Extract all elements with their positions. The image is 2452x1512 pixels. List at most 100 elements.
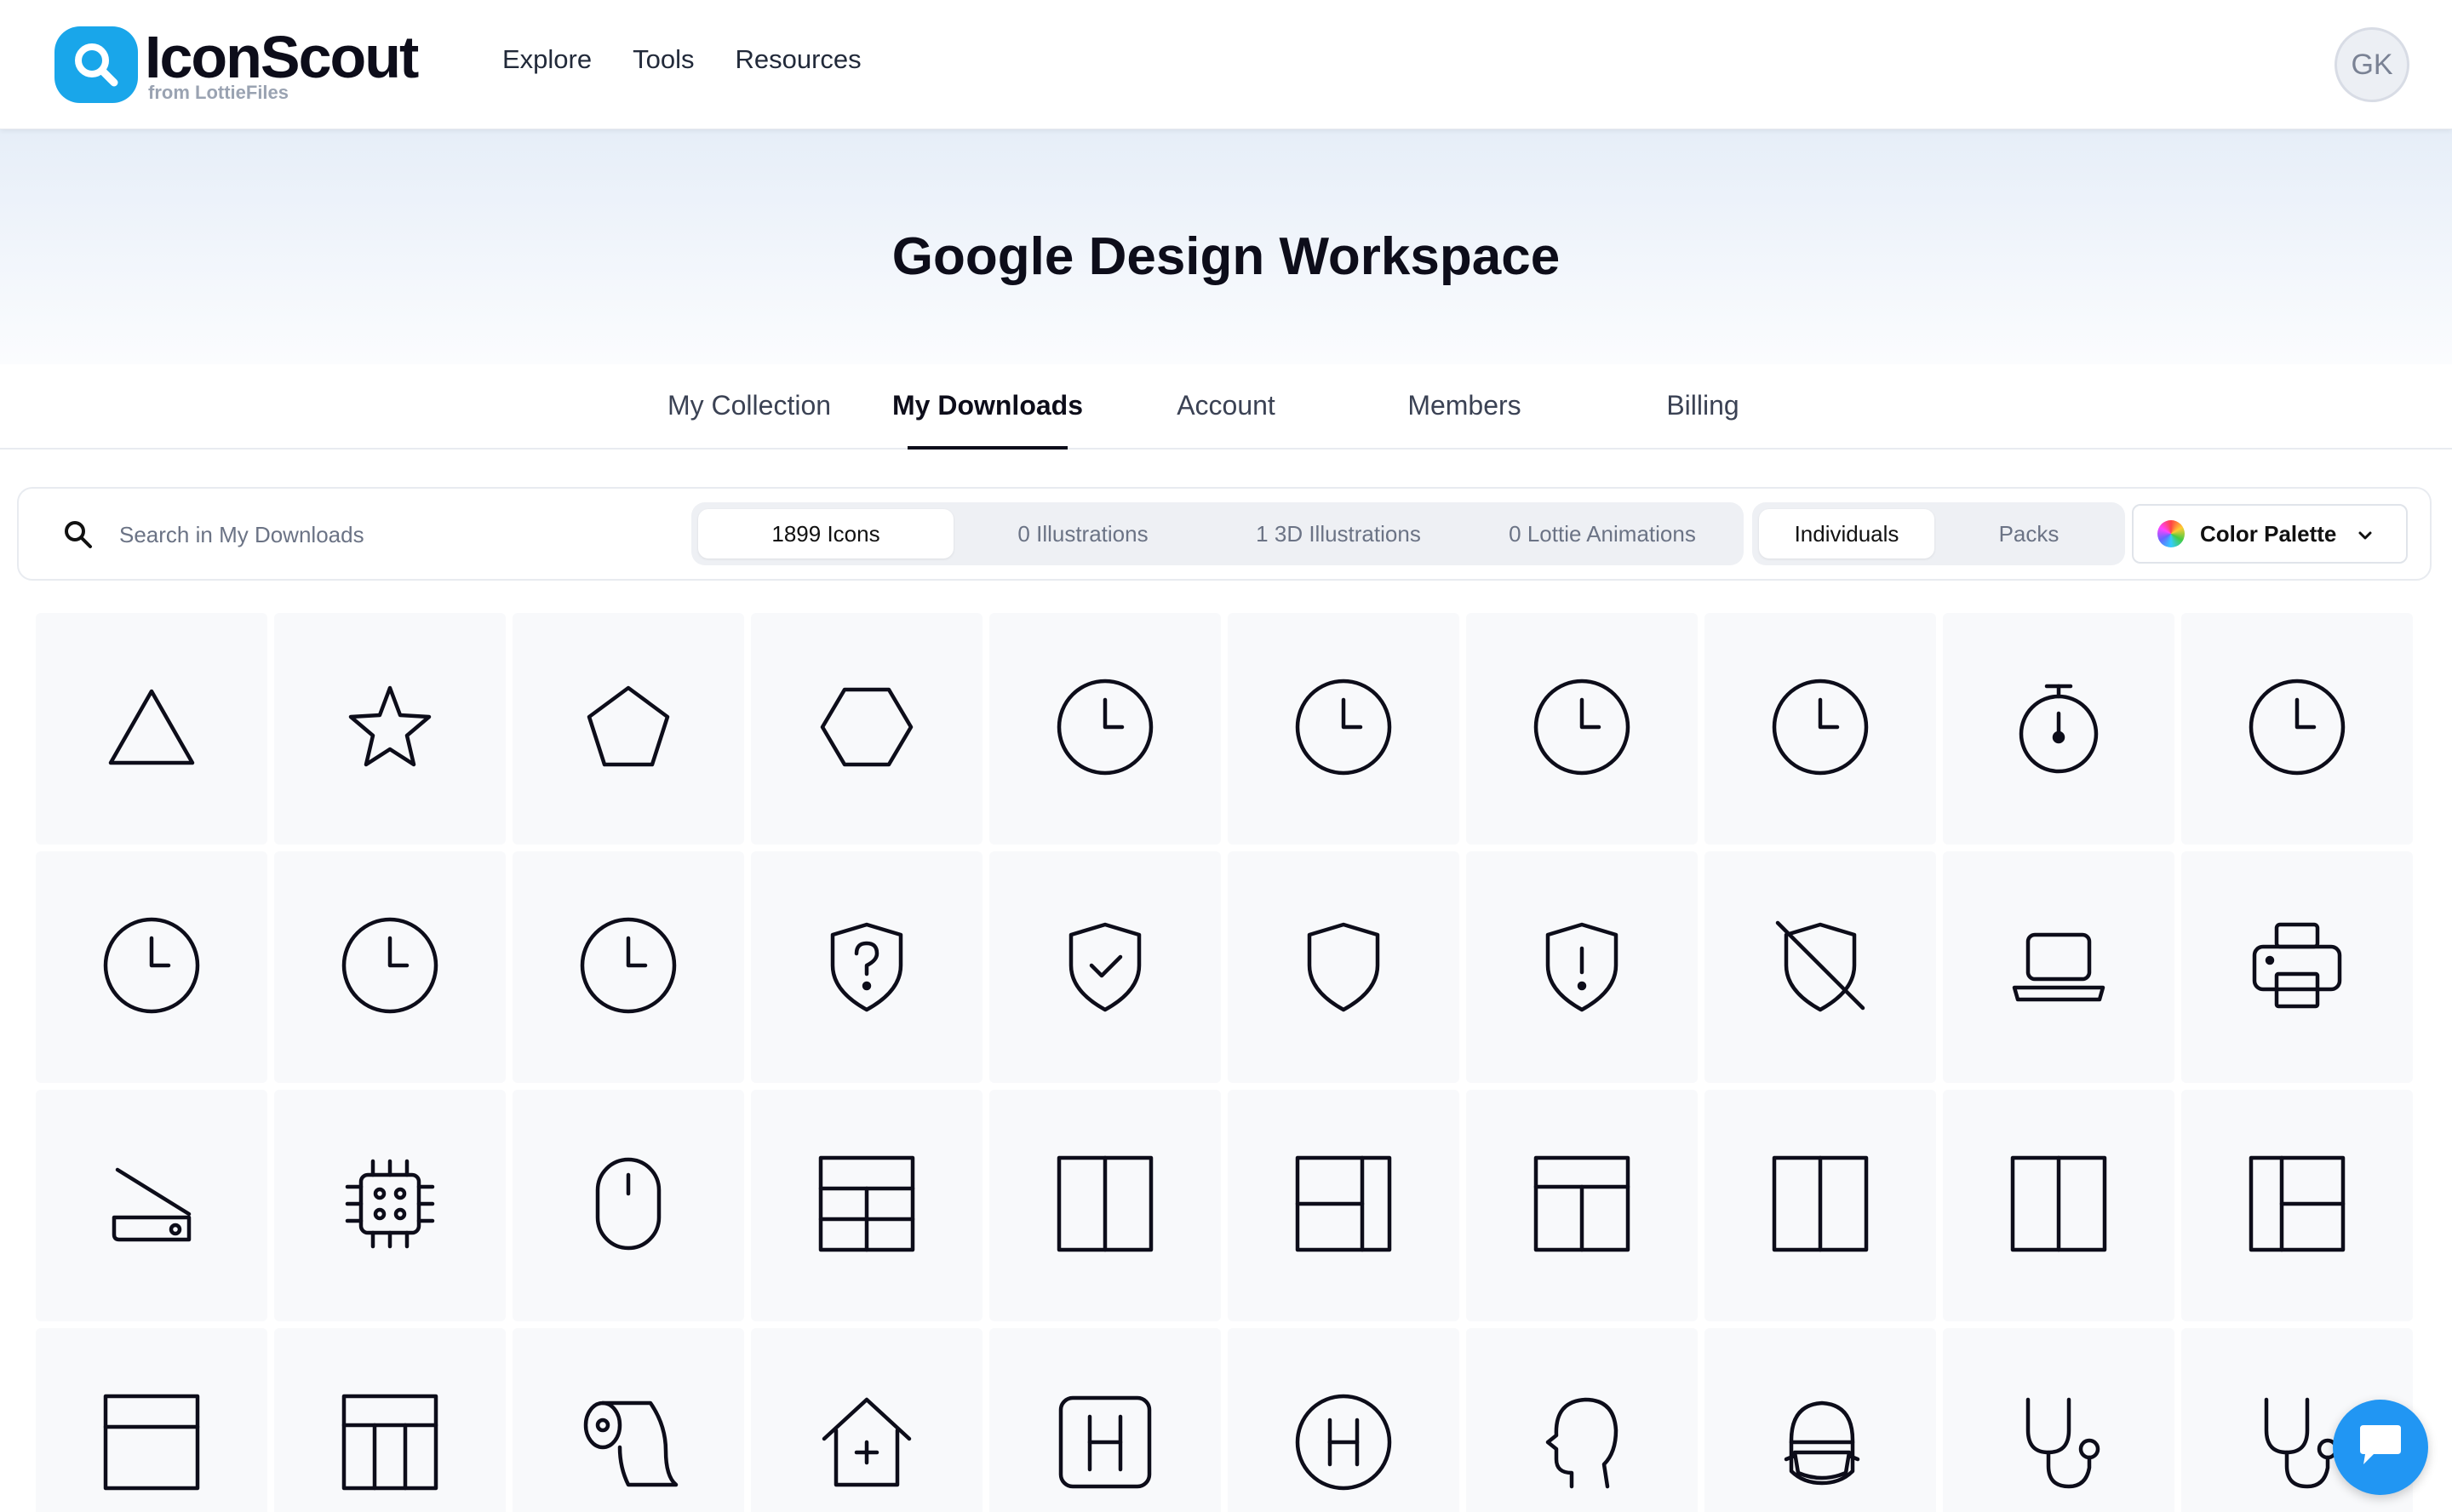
icon-tile[interactable] (2181, 613, 2413, 845)
icon-tile[interactable] (989, 851, 1221, 1083)
cpu-chip-icon (339, 1153, 441, 1259)
stopwatch-icon (2008, 676, 2110, 782)
shield-alert-icon (1531, 914, 1633, 1021)
icon-tile[interactable] (513, 613, 744, 845)
search-input[interactable] (119, 513, 681, 557)
icon-tile[interactable] (36, 851, 267, 1083)
top-navbar: IconScout from LottieFiles Explore Tools… (0, 0, 2452, 129)
icon-tile[interactable] (989, 1090, 1221, 1321)
icon-tile[interactable] (1943, 1090, 2174, 1321)
hospital-sign-icon (1054, 1391, 1156, 1498)
icon-tile[interactable] (274, 1090, 506, 1321)
main-nav: Explore Tools Resources (502, 44, 862, 75)
columns-layout-icon (2008, 1153, 2110, 1259)
icon-tile[interactable] (989, 1328, 1221, 1512)
layout-sidebar-icon (2246, 1153, 2348, 1259)
toilet-paper-icon (577, 1391, 679, 1498)
tab-my-collection[interactable]: My Collection (656, 390, 843, 421)
icon-tile[interactable] (1466, 1090, 1698, 1321)
laptop-icon (2008, 914, 2110, 1021)
color-palette-label: Color Palette (2200, 520, 2337, 547)
icon-tile[interactable] (36, 613, 267, 845)
brand-subtitle: from LottieFiles (148, 82, 289, 103)
clock-icon (1054, 676, 1156, 782)
asset-type-illustrations[interactable]: 0 Illustrations (955, 509, 1211, 558)
icon-tile[interactable] (1228, 613, 1459, 845)
table-layout-icon (816, 1153, 918, 1259)
icon-tile[interactable] (751, 1090, 983, 1321)
clock-icon (2246, 676, 2348, 782)
asset-type-switcher: 1899 Icons 0 Illustrations 1 3D Illustra… (691, 502, 1744, 565)
home-medical-icon (816, 1391, 918, 1498)
tab-account[interactable]: Account (1158, 390, 1294, 421)
icon-tile[interactable] (1466, 851, 1698, 1083)
color-palette-dropdown[interactable]: Color Palette (2132, 504, 2408, 564)
asset-type-icons[interactable]: 1899 Icons (698, 509, 954, 558)
hospital-circle-icon (1292, 1391, 1395, 1498)
chat-bubble-icon (2355, 1422, 2406, 1474)
icon-tile[interactable] (36, 1328, 267, 1512)
logo-search-icon (54, 26, 138, 103)
icon-tile[interactable] (1466, 1328, 1698, 1512)
clock-icon (577, 914, 679, 1021)
nav-resources[interactable]: Resources (735, 44, 861, 75)
icon-tile[interactable] (751, 1328, 983, 1512)
star-icon (339, 676, 441, 782)
chat-support-button[interactable] (2333, 1400, 2428, 1495)
icon-tile[interactable] (751, 851, 983, 1083)
icon-tile[interactable] (2181, 1090, 2413, 1321)
head-profile-icon (1531, 1391, 1633, 1498)
tab-billing[interactable]: Billing (1635, 390, 1771, 421)
icon-tile[interactable] (274, 613, 506, 845)
nav-tools[interactable]: Tools (633, 44, 694, 75)
color-wheel-icon (2157, 520, 2185, 547)
view-individuals[interactable]: Individuals (1759, 509, 1934, 558)
icon-tile[interactable] (274, 851, 506, 1083)
hexagon-icon (816, 676, 918, 782)
icon-tile[interactable] (1228, 1328, 1459, 1512)
icon-tile[interactable] (1704, 613, 1936, 845)
shield-question-icon (816, 914, 918, 1021)
clock-icon (1769, 676, 1871, 782)
shield-icon (1292, 914, 1395, 1021)
icon-tile[interactable] (1943, 613, 2174, 845)
view-mode-switcher: Individuals Packs (1752, 502, 2125, 565)
search-icon (63, 519, 94, 554)
icon-tile[interactable] (989, 613, 1221, 845)
workspace-tabs: My Collection My Downloads Account Membe… (0, 364, 2452, 450)
tab-members[interactable]: Members (1396, 390, 1532, 421)
icon-tile[interactable] (1228, 1090, 1459, 1321)
view-packs[interactable]: Packs (1939, 509, 2118, 558)
layout-split-icon (1292, 1153, 1395, 1259)
icon-tile[interactable] (1228, 851, 1459, 1083)
nav-explore[interactable]: Explore (502, 44, 592, 75)
asset-type-3d-illustrations[interactable]: 1 3D Illustrations (1211, 509, 1466, 558)
icon-tile[interactable] (513, 851, 744, 1083)
iconscout-logo[interactable]: IconScout from LottieFiles (54, 26, 419, 104)
tab-my-downloads[interactable]: My Downloads (885, 390, 1090, 421)
icon-tile[interactable] (1943, 851, 2174, 1083)
icon-tile[interactable] (513, 1090, 744, 1321)
icon-tile[interactable] (36, 1090, 267, 1321)
icon-tile[interactable] (1704, 1328, 1936, 1512)
layout-header-icon (1531, 1153, 1633, 1259)
icon-tile[interactable] (274, 1328, 506, 1512)
stethoscope-icon (2008, 1391, 2110, 1498)
columns-layout-icon (1769, 1153, 1871, 1259)
icon-tile[interactable] (1704, 1090, 1936, 1321)
clock-icon (100, 914, 203, 1021)
icon-tile[interactable] (1943, 1328, 2174, 1512)
icon-tile[interactable] (513, 1328, 744, 1512)
clock-icon (1531, 676, 1633, 782)
icon-tile[interactable] (2181, 851, 2413, 1083)
icon-tile[interactable] (751, 613, 983, 845)
icon-tile[interactable] (1704, 851, 1936, 1083)
user-avatar[interactable]: GK (2335, 27, 2409, 102)
active-tab-indicator (908, 446, 1068, 450)
asset-type-lottie[interactable]: 0 Lottie Animations (1466, 509, 1739, 558)
icon-tile[interactable] (1466, 613, 1698, 845)
pentagon-icon (577, 676, 679, 782)
filter-bar: 1899 Icons 0 Illustrations 1 3D Illustra… (17, 487, 2432, 581)
table-columns-icon (339, 1391, 441, 1498)
columns-layout-icon (1054, 1153, 1156, 1259)
